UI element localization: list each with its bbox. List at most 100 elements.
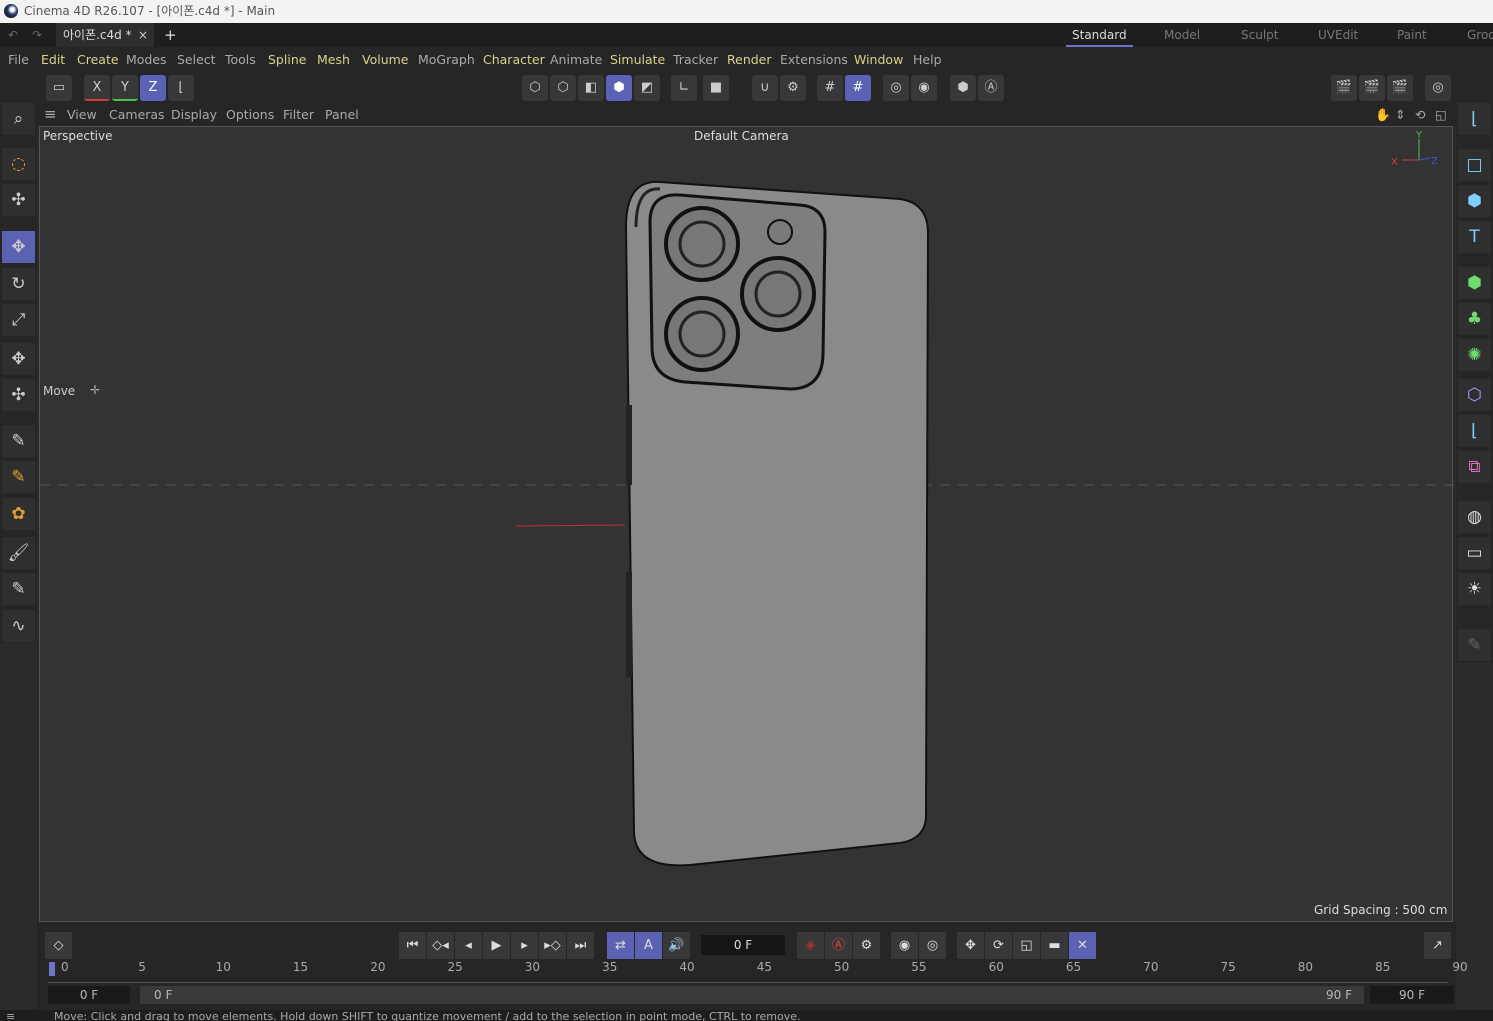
key-settings-icon[interactable]: ⚙ bbox=[853, 932, 880, 959]
menu-select[interactable]: Select bbox=[177, 47, 216, 73]
status-menu-icon[interactable]: ≡ bbox=[6, 1010, 15, 1021]
redo-icon[interactable]: ↷ bbox=[32, 23, 42, 47]
render-view-icon[interactable]: 🎬 bbox=[1331, 75, 1357, 101]
vp-menu-display[interactable]: Display bbox=[171, 103, 217, 126]
key-pla-icon[interactable]: ✕ bbox=[1069, 932, 1096, 959]
vp-menu-filter[interactable]: Filter bbox=[283, 103, 314, 126]
menu-mesh[interactable]: Mesh bbox=[317, 47, 350, 73]
selection-tools-icon[interactable]: ✣ bbox=[2, 184, 35, 216]
light-icon[interactable]: ☀ bbox=[1458, 573, 1491, 605]
layout-paint[interactable]: Paint bbox=[1397, 23, 1427, 47]
uv-mode-icon[interactable]: ◩ bbox=[634, 75, 660, 101]
menu-render[interactable]: Render bbox=[727, 47, 772, 73]
key-parameter-icon[interactable]: ▬ bbox=[1041, 932, 1068, 959]
rotate-tool-icon[interactable]: ↻ bbox=[2, 268, 35, 300]
menu-spline[interactable]: Spline bbox=[268, 47, 306, 73]
sky-icon[interactable]: ◎ bbox=[1425, 75, 1451, 101]
menu-modes[interactable]: Modes bbox=[126, 47, 167, 73]
axis-mode-icon[interactable]: ∟ bbox=[671, 75, 697, 101]
cube-icon[interactable]: ⬢ bbox=[1458, 185, 1491, 217]
x-axis-lock-button[interactable]: X bbox=[84, 75, 110, 101]
menu-animate[interactable]: Animate bbox=[550, 47, 602, 73]
lod-icon[interactable]: ⬢ bbox=[950, 75, 976, 101]
menu-volume[interactable]: Volume bbox=[362, 47, 409, 73]
menu-extensions[interactable]: Extensions bbox=[780, 47, 848, 73]
pen-tool-icon[interactable]: ✎ bbox=[2, 425, 35, 457]
brush-icon[interactable]: 🖌 bbox=[2, 537, 35, 569]
layout-sculpt[interactable]: Sculpt bbox=[1241, 23, 1278, 47]
effector-icon[interactable]: ✺ bbox=[1458, 339, 1491, 371]
close-tab-icon[interactable]: × bbox=[138, 23, 148, 47]
field-icon[interactable]: ⌊ bbox=[1458, 415, 1491, 447]
model-mode-icon[interactable]: ⬢ bbox=[606, 75, 632, 101]
preview-range-slider[interactable]: 0 F 90 F bbox=[140, 986, 1364, 1004]
fcurve-icon[interactable]: ↗ bbox=[1424, 932, 1451, 959]
spline-pen-icon[interactable]: ✎ bbox=[2, 461, 35, 493]
object-coordinates-icon[interactable]: ⌊ bbox=[168, 75, 194, 101]
menu-character[interactable]: Character bbox=[483, 47, 545, 73]
motion-mouse-icon[interactable]: ◉ bbox=[891, 932, 918, 959]
workplane-icon[interactable]: # bbox=[845, 75, 871, 101]
search-icon[interactable]: ⌕ bbox=[2, 103, 35, 135]
viewport-solo-icon[interactable]: ◉ bbox=[911, 75, 937, 101]
key-scale-icon[interactable]: ◱ bbox=[1013, 932, 1040, 959]
orbit-icon[interactable]: ⟲ bbox=[1415, 103, 1425, 126]
menu-edit[interactable]: Edit bbox=[41, 47, 65, 73]
snap-settings-icon[interactable]: ⚙ bbox=[780, 75, 806, 101]
z-axis-lock-button[interactable]: Z bbox=[140, 75, 166, 101]
motion-record-icon[interactable]: ◎ bbox=[919, 932, 946, 959]
menu-create[interactable]: Create bbox=[77, 47, 119, 73]
vp-menu-cameras[interactable]: Cameras bbox=[109, 103, 165, 126]
key-rotation-icon[interactable]: ⟳ bbox=[985, 932, 1012, 959]
coordinate-system-icon[interactable]: ▭ bbox=[46, 75, 72, 101]
live-selection-icon[interactable]: ◌ bbox=[2, 148, 35, 180]
placement-tool-icon[interactable]: ✣ bbox=[2, 379, 35, 411]
grid-icon[interactable]: # bbox=[817, 75, 843, 101]
previous-key-icon[interactable]: ◇◂ bbox=[427, 932, 454, 959]
layout-groom[interactable]: Groo bbox=[1467, 23, 1493, 47]
menu-simulate[interactable]: Simulate bbox=[610, 47, 665, 73]
document-tab[interactable]: 아이폰.c4d * × bbox=[56, 23, 154, 47]
spline-rectangle-icon[interactable]: □ bbox=[1458, 149, 1491, 181]
environment-icon[interactable]: ◍ bbox=[1458, 501, 1491, 533]
pan-icon[interactable]: ✋ bbox=[1375, 103, 1391, 126]
menu-tools[interactable]: Tools bbox=[225, 47, 256, 73]
dolly-icon[interactable]: ⇕ bbox=[1395, 103, 1405, 126]
go-to-start-icon[interactable]: ⏮ bbox=[399, 932, 426, 959]
render-region-icon[interactable]: ◎ bbox=[883, 75, 909, 101]
spline-tools-icon[interactable]: ✿ bbox=[2, 498, 35, 530]
render-settings-icon[interactable]: 🎬 bbox=[1387, 75, 1413, 101]
autokey-icon[interactable]: Ⓐ bbox=[978, 75, 1004, 101]
scale-tool-icon[interactable]: ⤢ bbox=[2, 304, 35, 336]
play-icon[interactable]: ▶ bbox=[483, 932, 510, 959]
loop-icon[interactable]: ⇄ bbox=[607, 932, 634, 959]
undo-icon[interactable]: ↶ bbox=[8, 23, 18, 47]
menu-mograph[interactable]: MoGraph bbox=[418, 47, 475, 73]
layout-uvedit[interactable]: UVEdit bbox=[1318, 23, 1358, 47]
add-tab-button[interactable]: + bbox=[164, 23, 177, 47]
sketch-icon[interactable]: ✎ bbox=[2, 573, 35, 605]
record-keys-icon[interactable]: ◈ bbox=[797, 932, 824, 959]
y-axis-lock-button[interactable]: Y bbox=[112, 75, 138, 101]
volume-icon[interactable]: ⧉ bbox=[1458, 451, 1491, 483]
next-key-icon[interactable]: ▸◇ bbox=[539, 932, 566, 959]
menu-tracker[interactable]: Tracker bbox=[673, 47, 718, 73]
key-position-icon[interactable]: ✥ bbox=[957, 932, 984, 959]
menu-help[interactable]: Help bbox=[913, 47, 942, 73]
go-to-end-icon[interactable]: ⏭ bbox=[567, 932, 594, 959]
layout-model[interactable]: Model bbox=[1164, 23, 1200, 47]
render-picture-viewer-icon[interactable]: 🎬 bbox=[1359, 75, 1385, 101]
cloner-icon[interactable]: ♣ bbox=[1458, 303, 1491, 335]
vp-menu-view[interactable]: View bbox=[67, 103, 97, 126]
playback-mode-icon[interactable]: A bbox=[635, 932, 662, 959]
edges-mode-icon[interactable]: ⬡ bbox=[550, 75, 576, 101]
menu-window[interactable]: Window bbox=[854, 47, 903, 73]
layout-standard[interactable]: Standard bbox=[1066, 23, 1133, 47]
camera-icon[interactable]: ▭ bbox=[1458, 537, 1491, 569]
current-frame-field[interactable]: 0 F bbox=[701, 935, 785, 955]
snap-icon[interactable]: ∪ bbox=[752, 75, 778, 101]
maximize-view-icon[interactable]: ◱ bbox=[1435, 103, 1447, 126]
playhead[interactable] bbox=[49, 962, 55, 976]
vp-menu-panel[interactable]: Panel bbox=[325, 103, 359, 126]
autokeying-icon[interactable]: Ⓐ bbox=[825, 932, 852, 959]
